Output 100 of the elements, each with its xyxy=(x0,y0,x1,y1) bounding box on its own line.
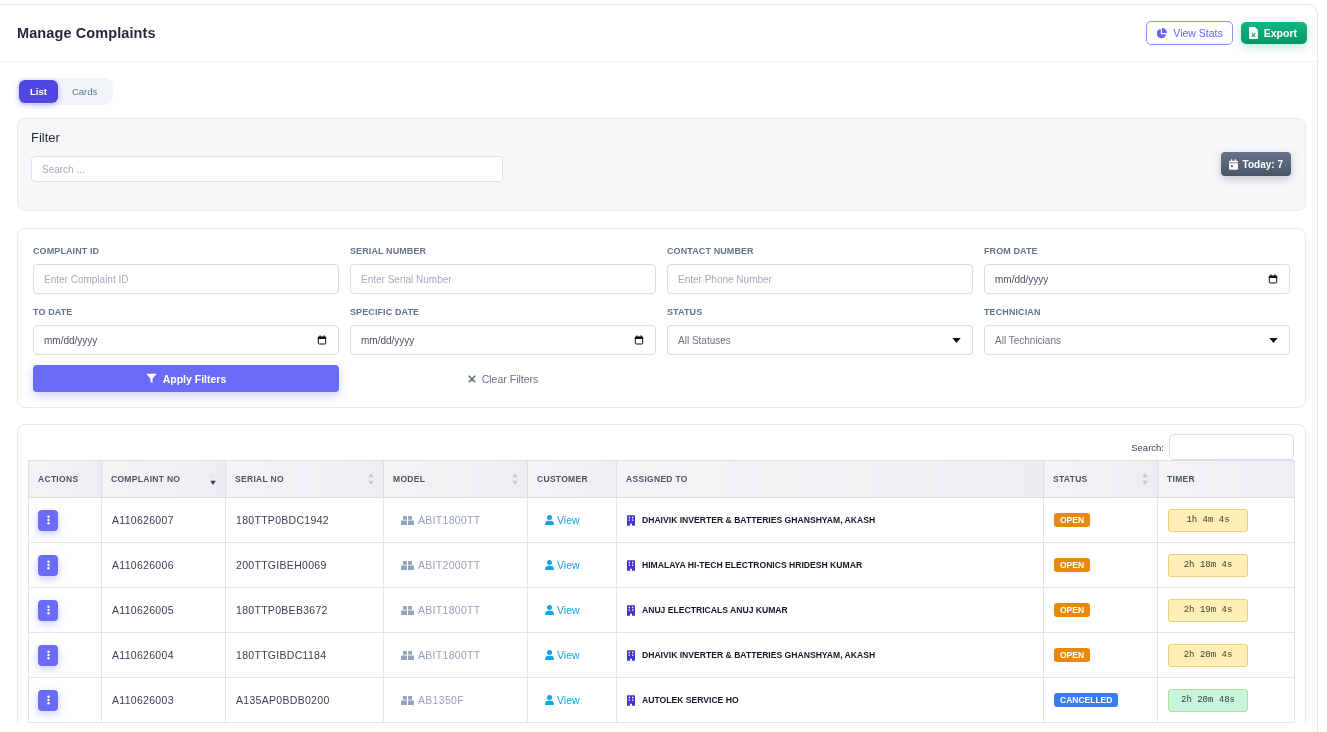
select-field[interactable]: All Technicians xyxy=(984,325,1290,355)
table-cell: A110626003 xyxy=(101,677,226,723)
boxes-icon xyxy=(401,515,414,525)
view-link[interactable]: View xyxy=(545,513,580,526)
table-cell: A110626006 xyxy=(101,542,226,588)
view-link[interactable]: View xyxy=(545,558,580,571)
column-header[interactable]: MODEL xyxy=(383,460,528,498)
vertical-dots-icon xyxy=(46,695,50,705)
actions-button[interactable] xyxy=(38,599,58,621)
table-cell: A110626005 xyxy=(101,587,226,633)
timer-badge: 2h 20m 48s xyxy=(1168,688,1248,712)
badge-text: Today: 7 xyxy=(1242,158,1283,170)
column-header[interactable]: STATUS xyxy=(1043,460,1158,498)
building-icon xyxy=(627,649,635,661)
funnel-icon xyxy=(145,373,157,384)
search-field[interactable] xyxy=(1169,434,1294,460)
input-field[interactable]: Enter Complaint ID xyxy=(33,264,339,294)
calendar-icon[interactable] xyxy=(1268,274,1278,284)
view-link[interactable]: View xyxy=(545,648,580,661)
table-cell: 180TTGIBDC1184 xyxy=(225,632,384,678)
actions-button[interactable] xyxy=(38,644,58,666)
filter-title: Filter xyxy=(31,130,60,146)
assignee-text: AUTOLEK SERVICE HO xyxy=(642,695,739,705)
pie-chart-icon xyxy=(1156,27,1168,39)
table-cell: 180TTP0BEB3672 xyxy=(225,587,384,633)
user-icon xyxy=(545,649,554,660)
table-cell: A110626007 xyxy=(101,497,226,543)
date-field[interactable]: mm/dd/yyyy xyxy=(33,325,339,355)
field-label: SPECIFIC DATE xyxy=(350,307,420,317)
model-text: ABIT2000TT xyxy=(418,559,481,571)
page-title: Manage Complaints xyxy=(17,25,156,41)
column-header[interactable]: COMPLAINT NO xyxy=(101,460,226,498)
view-link[interactable]: View xyxy=(545,603,580,616)
field-label: CONTACT NUMBER xyxy=(667,246,754,256)
actions-button[interactable] xyxy=(38,509,58,531)
input-field[interactable]: Enter Serial Number xyxy=(350,264,656,294)
date-field[interactable]: mm/dd/yyyy xyxy=(984,264,1290,294)
search-label: Search: xyxy=(1131,441,1164,453)
apply-filters-button[interactable]: Apply Filters xyxy=(33,365,339,392)
timer-badge: 2h 18m 4s xyxy=(1168,553,1248,577)
vertical-dots-icon xyxy=(46,560,50,570)
column-header: ASSIGNED TO xyxy=(616,460,1044,498)
status-badge: CANCELLED xyxy=(1054,693,1119,707)
status-badge: OPEN xyxy=(1054,513,1091,527)
search-field[interactable]: Search ... xyxy=(31,156,503,182)
input-field[interactable]: Enter Phone Number xyxy=(667,264,973,294)
boxes-icon xyxy=(401,605,414,615)
field-label: STATUS xyxy=(667,307,703,317)
vertical-dots-icon xyxy=(46,650,50,660)
calendar-icon xyxy=(1228,158,1238,170)
export-button[interactable]: Export xyxy=(1240,22,1307,44)
boxes-icon xyxy=(401,650,414,660)
caret-icon xyxy=(1269,337,1278,343)
table-cell: 200TTGIBEH0069 xyxy=(225,542,384,588)
building-icon xyxy=(627,559,635,571)
clear-filters-button[interactable]: Clear Filters xyxy=(463,370,543,387)
model-text: ABIT1800TT xyxy=(418,649,481,661)
field-label: TO DATE xyxy=(33,307,73,317)
building-icon xyxy=(627,604,635,616)
model-text: ABIT1800TT xyxy=(418,604,481,616)
boxes-icon xyxy=(401,695,414,705)
caret-icon xyxy=(952,337,961,343)
column-header[interactable]: SERIAL NO xyxy=(225,460,384,498)
actions-button[interactable] xyxy=(38,689,58,711)
view-stats-button[interactable]: View Stats xyxy=(1146,21,1233,45)
building-icon xyxy=(627,694,635,706)
user-icon xyxy=(545,694,554,705)
assignee-text: DHAIVIK INVERTER & BATTERIES GHANSHYAM, AKASH xyxy=(642,650,876,660)
field-label: SERIAL NUMBER xyxy=(350,246,427,256)
actions-button[interactable] xyxy=(38,554,58,576)
user-icon xyxy=(545,514,554,525)
calendar-icon[interactable] xyxy=(317,335,327,345)
model-text: ABIT1800TT xyxy=(418,514,481,526)
assignee-text: DHAIVIK INVERTER & BATTERIES GHANSHYAM, AKASH xyxy=(642,515,876,525)
column-header: TIMER xyxy=(1157,460,1295,498)
building-icon xyxy=(627,514,635,526)
select-field[interactable]: All Statuses xyxy=(667,325,973,355)
table-cell: A135AP0BDB0200 xyxy=(225,677,384,723)
view-link[interactable]: View xyxy=(545,693,580,706)
assignee-text: HIMALAYA HI-TECH ELECTRONICS HRIDESH KUMAR xyxy=(642,560,863,570)
model-text: AB1350F xyxy=(418,694,464,706)
field-label: COMPLAINT ID xyxy=(33,246,100,256)
view-tab[interactable]: Cards xyxy=(57,80,112,103)
table-cell: 180TTP0BDC1942 xyxy=(225,497,384,543)
sort-icon[interactable] xyxy=(210,473,216,485)
boxes-icon xyxy=(401,560,414,570)
field-label: FROM DATE xyxy=(984,246,1038,256)
date-field[interactable]: mm/dd/yyyy xyxy=(350,325,656,355)
user-icon xyxy=(545,559,554,570)
status-badge: OPEN xyxy=(1054,603,1091,617)
assignee-text: ANUJ ELECTRICALS ANUJ KUMAR xyxy=(642,605,788,615)
calendar-icon[interactable] xyxy=(634,335,644,345)
view-tab[interactable]: List xyxy=(19,80,58,103)
timer-badge: 1h 4m 4s xyxy=(1168,508,1248,532)
status-badge: OPEN xyxy=(1054,648,1091,662)
column-header: CUSTOMER xyxy=(527,460,617,498)
status-badge: OPEN xyxy=(1054,558,1091,572)
user-icon xyxy=(545,604,554,615)
table-cell: A110626004 xyxy=(101,632,226,678)
timer-badge: 2h 20m 4s xyxy=(1168,643,1248,667)
